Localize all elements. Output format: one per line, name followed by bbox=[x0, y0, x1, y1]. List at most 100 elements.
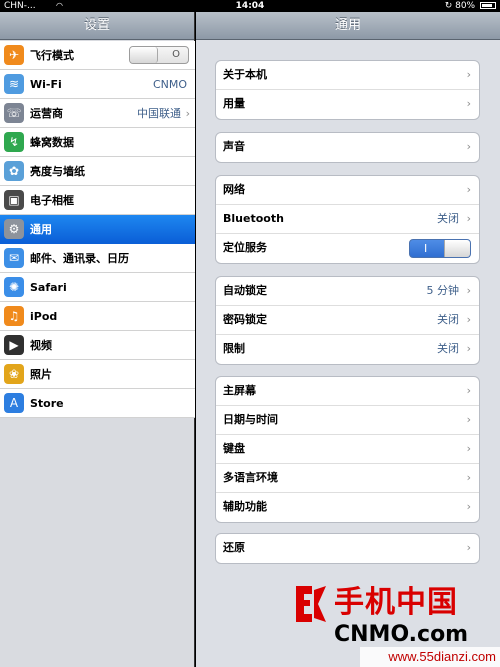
toggle-on-label: I bbox=[424, 242, 428, 255]
toggle-knob bbox=[130, 47, 158, 63]
chevron-right-icon: › bbox=[466, 471, 471, 484]
settings-cell-label: 声音 bbox=[223, 140, 245, 153]
music-icon: ♫ bbox=[4, 306, 24, 326]
settings-cell[interactable]: 还原 › bbox=[216, 534, 479, 563]
general-panel: 通用 关于本机 › 用量 › 声音 › 网络 › Bluetooth 关闭 › 定位服务 I 自动锁定 5 … bbox=[196, 12, 500, 667]
chevron-right-icon: › bbox=[185, 107, 190, 120]
sidebar-item[interactable]: A Store bbox=[0, 389, 195, 418]
chevron-right-icon: › bbox=[466, 500, 471, 513]
sidebar-item-label: 视频 bbox=[30, 339, 52, 352]
sidebar-item[interactable]: ✺ Safari bbox=[0, 273, 195, 302]
settings-cell[interactable]: 关于本机 › bbox=[216, 61, 479, 90]
settings-cell[interactable]: 密码锁定 关闭 › bbox=[216, 306, 479, 335]
sidebar-item-label: iPod bbox=[30, 310, 58, 323]
sidebar-item[interactable]: ☏ 运营商 中国联通 › bbox=[0, 99, 195, 128]
settings-cell[interactable]: 日期与时间 › bbox=[216, 406, 479, 435]
sidebar-item-label: 蜂窝数据 bbox=[30, 136, 74, 149]
sidebar-item[interactable]: ▣ 电子相框 bbox=[0, 186, 195, 215]
settings-cell-label: 多语言环境 bbox=[223, 471, 278, 484]
settings-group: 自动锁定 5 分钟 › 密码锁定 关闭 › 限制 关闭 › bbox=[215, 276, 480, 365]
settings-sidebar: 设置 ✈ 飞行模式 O ≋ Wi-Fi CNMO ☏ 运营商 中国联通 › ↯ 蜂窝数据 ✿ 亮度与墙纸 ▣… bbox=[0, 12, 195, 667]
mail-icon: ✉ bbox=[4, 248, 24, 268]
settings-cell-label: 键盘 bbox=[223, 442, 245, 455]
sidebar-item[interactable]: ⚙ 通用 bbox=[0, 215, 195, 244]
settings-cell[interactable]: 自动锁定 5 分钟 › bbox=[216, 277, 479, 306]
compass-icon: ✺ bbox=[4, 277, 24, 297]
settings-cell[interactable]: 限制 关闭 › bbox=[216, 335, 479, 364]
sidebar-item-label: 飞行模式 bbox=[30, 49, 74, 62]
wifi-icon: ≋ bbox=[4, 74, 24, 94]
chevron-right-icon: › bbox=[466, 413, 471, 426]
watermark-title: 手机中国 bbox=[334, 585, 458, 620]
sidebar-item-label: Safari bbox=[30, 281, 67, 294]
settings-cell[interactable]: 用量 › bbox=[216, 90, 479, 119]
settings-cell-label: 限制 bbox=[223, 342, 245, 355]
sidebar-item[interactable]: ≋ Wi-Fi CNMO bbox=[0, 70, 195, 99]
sidebar-title: 设置 bbox=[0, 12, 194, 40]
sidebar-item-value: CNMO bbox=[152, 78, 187, 91]
status-bar: CHN-... ◠ 14:04 ↻ 80% bbox=[0, 0, 500, 12]
airplane-icon: ✈ bbox=[4, 45, 24, 65]
settings-cell-value: 5 分钟 bbox=[426, 284, 460, 297]
settings-cell-label: 辅助功能 bbox=[223, 500, 267, 513]
airplane-mode-toggle[interactable]: O bbox=[129, 46, 189, 64]
flower-icon: ✿ bbox=[4, 161, 24, 181]
sidebar-item[interactable]: ✿ 亮度与墙纸 bbox=[0, 157, 195, 186]
settings-group: 关于本机 › 用量 › bbox=[215, 60, 480, 120]
settings-cell[interactable]: 定位服务 I bbox=[216, 234, 479, 263]
chevron-right-icon: › bbox=[466, 140, 471, 153]
sidebar-item[interactable]: ▶ 视频 bbox=[0, 331, 195, 360]
toggle-off-label: O bbox=[172, 49, 180, 60]
sidebar-item-value: 中国联通 bbox=[137, 107, 181, 120]
settings-cell[interactable]: 声音 › bbox=[216, 133, 479, 162]
sidebar-item-label: 电子相框 bbox=[30, 194, 74, 207]
sidebar-item[interactable]: ♫ iPod bbox=[0, 302, 195, 331]
chevron-right-icon: › bbox=[466, 342, 471, 355]
settings-cell-label: 用量 bbox=[223, 97, 245, 110]
settings-cell-label: 日期与时间 bbox=[223, 413, 278, 426]
settings-cell-value: 关闭 bbox=[437, 313, 459, 326]
store-icon: A bbox=[4, 393, 24, 413]
settings-cell[interactable]: 辅助功能 › bbox=[216, 493, 479, 522]
location-services-toggle[interactable]: I bbox=[409, 239, 471, 258]
settings-cell-label: Bluetooth bbox=[223, 212, 284, 225]
sidebar-item[interactable]: ✈ 飞行模式 O bbox=[0, 41, 195, 70]
clapper-icon: ▶ bbox=[4, 335, 24, 355]
settings-cell-label: 定位服务 bbox=[223, 241, 267, 254]
sidebar-item-label: Wi-Fi bbox=[30, 78, 62, 91]
phone-icon: ☏ bbox=[4, 103, 24, 123]
lock-rotation-icon: ↻ bbox=[444, 1, 453, 11]
settings-cell-label: 还原 bbox=[223, 541, 245, 554]
sidebar-item[interactable]: ↯ 蜂窝数据 bbox=[0, 128, 195, 157]
sidebar-item[interactable]: ❀ 照片 bbox=[0, 360, 195, 389]
settings-cell[interactable]: 多语言环境 › bbox=[216, 464, 479, 493]
settings-cell-label: 密码锁定 bbox=[223, 313, 267, 326]
battery-percent: 80% bbox=[455, 1, 476, 11]
settings-group: 主屏幕 › 日期与时间 › 键盘 › 多语言环境 › 辅助功能 › bbox=[215, 376, 480, 523]
clock: 14:04 bbox=[235, 1, 265, 11]
sidebar-item-label: 邮件、通讯录、日历 bbox=[30, 252, 129, 265]
settings-group: 还原 › bbox=[215, 533, 480, 564]
chevron-right-icon: › bbox=[466, 97, 471, 110]
sidebar-item[interactable]: ✉ 邮件、通讯录、日历 bbox=[0, 244, 195, 273]
settings-cell[interactable]: 网络 › bbox=[216, 176, 479, 205]
cellular-data-icon: ↯ bbox=[4, 132, 24, 152]
chevron-right-icon: › bbox=[466, 68, 471, 81]
settings-cell[interactable]: Bluetooth 关闭 › bbox=[216, 205, 479, 234]
chevron-right-icon: › bbox=[466, 284, 471, 297]
sidebar-item-label: 亮度与墙纸 bbox=[30, 165, 85, 178]
cnmo-logo-icon bbox=[296, 586, 326, 622]
sidebar-item-label: Store bbox=[30, 397, 64, 410]
sidebar-item-label: 照片 bbox=[30, 368, 52, 381]
chevron-right-icon: › bbox=[466, 541, 471, 554]
settings-group: 声音 › bbox=[215, 132, 480, 163]
sidebar-item-label: 运营商 bbox=[30, 107, 63, 120]
settings-cell[interactable]: 主屏幕 › bbox=[216, 377, 479, 406]
settings-cell-label: 主屏幕 bbox=[223, 384, 256, 397]
sidebar-item-label: 通用 bbox=[30, 223, 52, 236]
settings-cell[interactable]: 键盘 › bbox=[216, 435, 479, 464]
settings-cell-label: 网络 bbox=[223, 183, 245, 196]
settings-cell-label: 自动锁定 bbox=[223, 284, 267, 297]
watermark-subtitle: CNMO.com bbox=[334, 622, 469, 647]
panel-title: 通用 bbox=[196, 12, 500, 40]
